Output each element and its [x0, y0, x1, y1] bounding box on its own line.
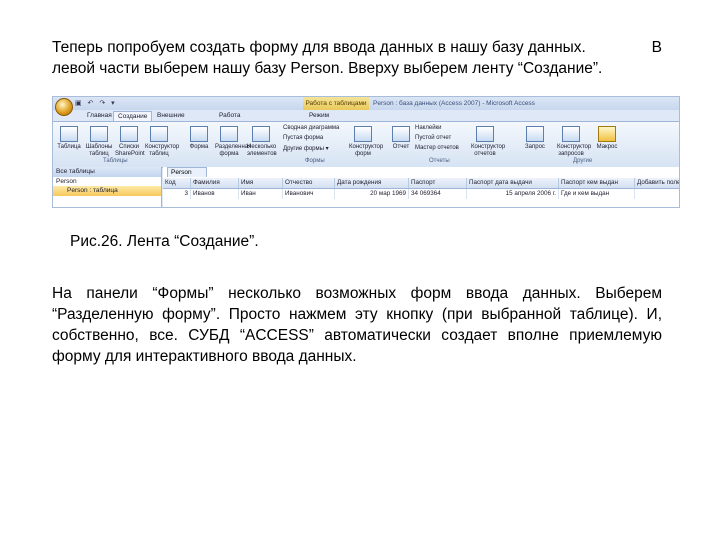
blank-form-button: Пустая форма — [283, 135, 324, 141]
table-row: 3 Иванов Иван Иванович 20 мар 1969 34 06… — [163, 189, 679, 199]
ribbon-button-table: Таблица — [55, 126, 83, 151]
column-header: Фамилия — [191, 178, 239, 188]
labels-button: Наклейки — [415, 125, 442, 131]
ribbon-button-table-design: Конструктор таблиц — [145, 126, 179, 158]
blank-report-button: Пустой отчет — [415, 135, 452, 141]
ribbon-button-query-design: Конструктор запросов — [557, 126, 591, 158]
ribbon-button-form-design: Конструктор форм — [349, 126, 383, 158]
column-header: Паспорт дата выдачи — [467, 178, 559, 188]
column-header: Паспорт — [409, 178, 467, 188]
table-icon — [60, 126, 78, 142]
column-header: Отчество — [283, 178, 335, 188]
table-cell: 3 — [163, 189, 191, 199]
ribbon-button-macro: Макрос — [593, 126, 621, 151]
table-cell: 20 мар 1969 — [335, 189, 409, 199]
table-templates-icon — [90, 126, 108, 142]
form-icon — [190, 126, 208, 142]
more-forms-button: Другие формы ▾ — [283, 146, 329, 152]
split-form-icon — [220, 126, 238, 142]
table-cell: 34 069364 — [409, 189, 467, 199]
ribbon-button-form: Форма — [185, 126, 213, 151]
query-design-icon — [562, 126, 580, 142]
tab-external-data: Внешние данные — [157, 112, 185, 129]
nav-group-person: Person — [56, 178, 77, 185]
ribbon-panel: Таблица Шаблоны таблиц Списки SharePoint… — [53, 121, 679, 168]
form-design-icon — [354, 126, 372, 142]
tab-database-tools: Работа с базами данных — [219, 112, 242, 149]
column-header: Добавить поле — [637, 179, 680, 186]
group-label-reports: Отчеты — [429, 158, 450, 164]
column-header: Имя — [239, 178, 283, 188]
body-paragraph: На панели “Формы” несколько возможных фо… — [52, 285, 662, 365]
access-ribbon-screenshot: ▣ ↶ ↷ ▾ Работа с таблицами Person : база… — [52, 96, 680, 208]
group-label-tables: Таблицы — [103, 158, 128, 164]
macro-icon — [598, 126, 616, 142]
table-cell — [635, 189, 679, 199]
nav-item-person-table: Person : таблица — [53, 186, 161, 196]
ribbon-button-report-design: Конструктор отчетов — [471, 126, 505, 158]
table-cell: Иванов — [191, 189, 239, 199]
report-icon — [392, 126, 410, 142]
intro-line1-tail: В — [651, 39, 662, 56]
sharepoint-icon — [120, 126, 138, 142]
datasheet-tab: Person — [167, 167, 207, 177]
navigation-pane: Все таблицы Person Person : таблица — [53, 167, 162, 207]
report-design-icon — [476, 126, 494, 142]
group-label-forms: Формы — [305, 158, 325, 164]
ribbon-button-report: Отчет — [387, 126, 415, 151]
datasheet-grid: Person Код Фамилия Имя Отчество Дата рож… — [163, 167, 680, 207]
tab-home: Главная — [87, 112, 112, 119]
query-icon — [526, 126, 544, 142]
ribbon-button-split-form: Разделенная форма — [215, 126, 251, 158]
intro-line1: Теперь попробуем создать форму для ввода… — [52, 39, 586, 56]
datasheet-header-row: Код Фамилия Имя Отчество Дата рождения П… — [163, 178, 680, 189]
table-design-icon — [150, 126, 168, 142]
ribbon-button-query: Запрос — [521, 126, 549, 151]
multiple-items-icon — [252, 126, 270, 142]
figure-caption: Рис.26. Лента “Создание”. — [70, 233, 259, 250]
column-header: Паспорт кем выдан — [559, 178, 635, 188]
nav-pane-header: Все таблицы — [53, 167, 161, 177]
window-title: Person : база данных (Access 2007) - Mic… — [373, 100, 535, 107]
report-wizard-button: Мастер отчетов — [415, 145, 459, 151]
intro-paragraph: В Теперь попробуем создать форму для вво… — [52, 37, 662, 79]
table-cell: Иван — [239, 189, 283, 199]
column-header: Код — [163, 178, 191, 188]
title-bar: ▣ ↶ ↷ ▾ Работа с таблицами Person : база… — [53, 97, 679, 110]
group-label-other: Другие — [573, 158, 593, 164]
ribbon-button-sharepoint-lists: Списки SharePoint — [115, 126, 145, 158]
context-tab-label: Работа с таблицами — [303, 97, 369, 110]
office-button-icon — [55, 98, 73, 116]
ribbon-button-multiple-items: Несколько элементов — [247, 126, 277, 158]
pivot-chart-button: Сводная диаграмма — [283, 125, 340, 131]
intro-line2: левой части выберем нашу базу Person. Вв… — [52, 60, 603, 77]
table-cell: Иванович — [283, 189, 335, 199]
quick-access-toolbar: ▣ ↶ ↷ ▾ — [75, 100, 117, 107]
table-cell: Где и кем выдан — [559, 189, 635, 199]
ribbon-button-table-templates: Шаблоны таблиц — [85, 126, 113, 158]
table-cell: 15 апреля 2006 г. — [467, 189, 559, 199]
tab-datasheet: Режим таблицы — [309, 112, 335, 129]
column-header: Дата рождения — [335, 178, 409, 188]
